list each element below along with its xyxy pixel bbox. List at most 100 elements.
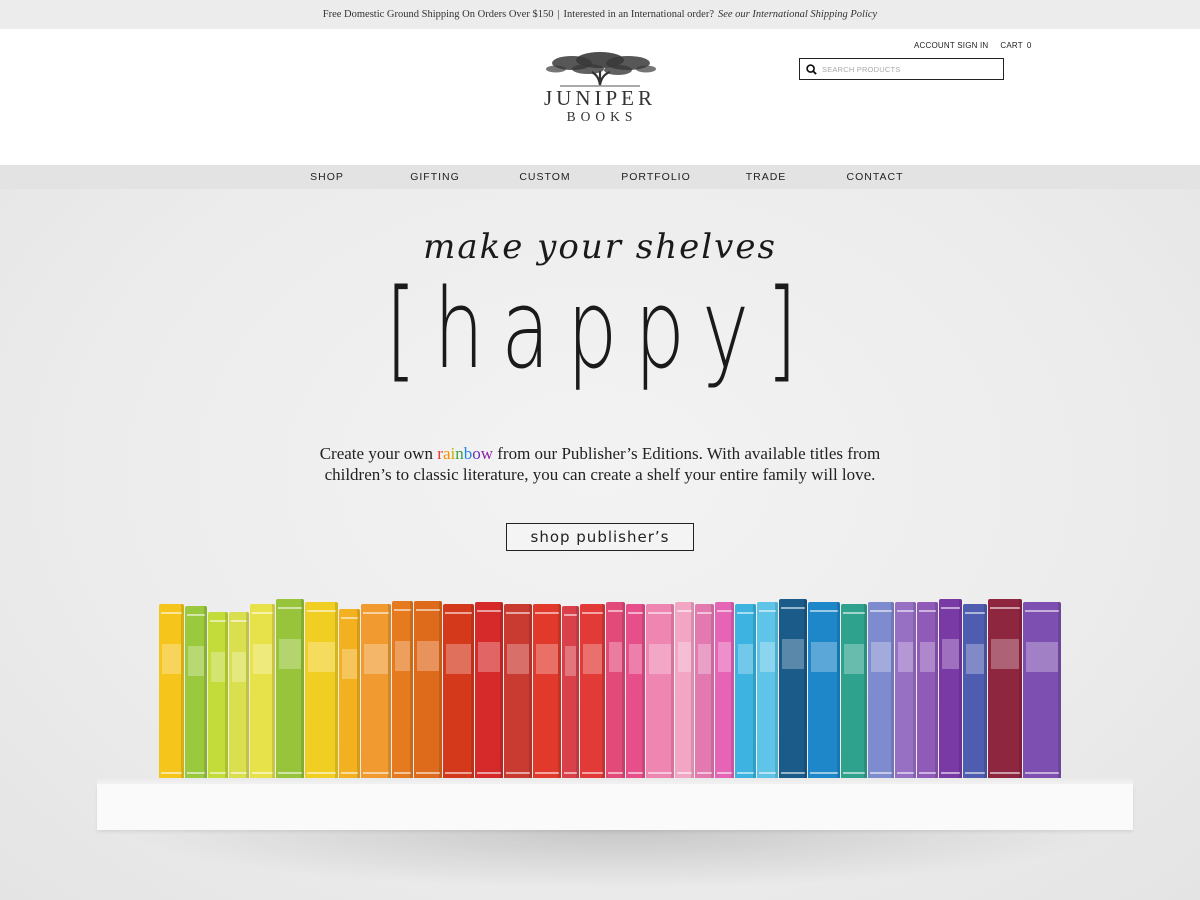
spine-shade xyxy=(671,604,674,784)
spine-band xyxy=(1025,772,1059,774)
spine-shade xyxy=(1019,599,1022,784)
spine-band xyxy=(677,772,692,774)
spine-band xyxy=(941,607,960,609)
spine-shade xyxy=(410,601,413,784)
intro-before: Create your own xyxy=(319,444,434,463)
spine-band xyxy=(781,772,805,774)
spine-label xyxy=(583,644,602,674)
spine-shade xyxy=(246,612,249,784)
spine-band xyxy=(445,612,472,614)
spine-shade xyxy=(576,606,579,784)
search-icon[interactable] xyxy=(800,59,822,79)
book-spine xyxy=(392,601,413,784)
spine-band xyxy=(897,772,914,774)
spine-band xyxy=(608,772,623,774)
book-spine xyxy=(250,604,275,784)
spine-label xyxy=(629,644,642,674)
nav-item-gifting[interactable]: GIFTING xyxy=(410,165,460,189)
spine-band xyxy=(648,772,672,774)
spine-band xyxy=(810,772,838,774)
spine-label xyxy=(279,639,301,669)
spine-band xyxy=(535,772,559,774)
international-policy-link[interactable]: See our International Shipping Policy xyxy=(718,9,877,20)
spine-band xyxy=(870,610,892,612)
nav-item-portfolio[interactable]: PORTFOLIO xyxy=(621,165,690,189)
spine-label xyxy=(609,642,622,672)
spine-band xyxy=(965,772,985,774)
spine-shade xyxy=(204,606,207,784)
rainbow-book-row xyxy=(159,599,1063,784)
spine-band xyxy=(648,612,672,614)
book-spine xyxy=(475,602,503,784)
book-spine xyxy=(988,599,1022,784)
account-sign-in-link[interactable]: ACCOUNT SIGN IN xyxy=(914,41,988,50)
spine-label xyxy=(536,644,558,674)
spine-shade xyxy=(775,602,778,784)
spine-band xyxy=(965,612,985,614)
spine-band xyxy=(341,772,358,774)
spine-shade xyxy=(602,604,605,784)
spine-band xyxy=(677,610,692,612)
spine-band xyxy=(341,617,358,619)
shipping-text: Free Domestic Ground Shipping On Orders … xyxy=(322,9,554,20)
spine-shade xyxy=(984,604,987,784)
spine-band xyxy=(506,772,530,774)
spine-band xyxy=(210,772,226,774)
cart-link[interactable]: CART 0 xyxy=(1000,41,1031,50)
rainbow-letter: w xyxy=(480,444,493,463)
spine-band xyxy=(210,620,226,622)
book-spine xyxy=(276,599,304,784)
spine-label xyxy=(678,642,691,672)
spine-band xyxy=(363,772,389,774)
shelf-shadow xyxy=(120,829,1110,889)
spine-label xyxy=(738,644,753,674)
spine-label xyxy=(395,641,410,671)
logo-wordmark-juniper: JUNIPER xyxy=(543,86,656,110)
spine-band xyxy=(717,772,732,774)
spine-label xyxy=(920,642,935,672)
hero-headline: [happy] xyxy=(385,265,815,393)
book-spine xyxy=(695,604,714,784)
hero-intro-text: Create your own rainbow from our Publish… xyxy=(0,443,1200,485)
spine-shade xyxy=(439,601,442,784)
spine-shade xyxy=(301,599,304,784)
spine-label xyxy=(871,642,891,672)
nav-item-trade[interactable]: TRADE xyxy=(746,165,787,189)
spine-label xyxy=(760,642,775,672)
book-spine xyxy=(533,604,561,784)
spine-label xyxy=(844,644,864,674)
spine-shade xyxy=(959,599,962,784)
hero-banner: make your shelves [happy] Create your ow… xyxy=(0,189,1200,900)
search-box xyxy=(799,58,1004,80)
spine-band xyxy=(628,772,643,774)
shop-publishers-button[interactable]: shop publisher’s xyxy=(506,523,694,551)
book-spine xyxy=(606,602,625,784)
rainbow-letter: b xyxy=(463,444,473,463)
spine-band xyxy=(870,772,892,774)
spine-band xyxy=(307,610,336,612)
spine-band xyxy=(919,610,936,612)
spine-label xyxy=(991,639,1019,669)
search-input[interactable] xyxy=(822,60,997,78)
nav-item-shop[interactable]: SHOP xyxy=(310,165,344,189)
spine-band xyxy=(394,772,411,774)
nav-item-custom[interactable]: CUSTOM xyxy=(519,165,570,189)
spine-band xyxy=(737,612,754,614)
spine-band xyxy=(394,609,411,611)
spine-band xyxy=(187,772,205,774)
intro-line2: children’s to classic literature, you ca… xyxy=(324,465,876,484)
spine-label xyxy=(342,649,357,679)
spine-shade xyxy=(711,604,714,784)
spine-band xyxy=(628,612,643,614)
spine-label xyxy=(253,644,272,674)
spine-label xyxy=(446,644,471,674)
spine-band xyxy=(608,610,623,612)
spine-band xyxy=(737,772,754,774)
book-spine xyxy=(895,602,916,784)
nav-item-contact[interactable]: CONTACT xyxy=(847,165,904,189)
book-spine xyxy=(443,604,474,784)
spine-shade xyxy=(691,602,694,784)
site-header: JUNIPER BOOKS ACCOUNT SIGN IN CART 0 xyxy=(0,29,1200,165)
cart-label: CART xyxy=(1000,41,1023,50)
juniper-books-logo[interactable]: JUNIPER BOOKS xyxy=(522,51,678,151)
